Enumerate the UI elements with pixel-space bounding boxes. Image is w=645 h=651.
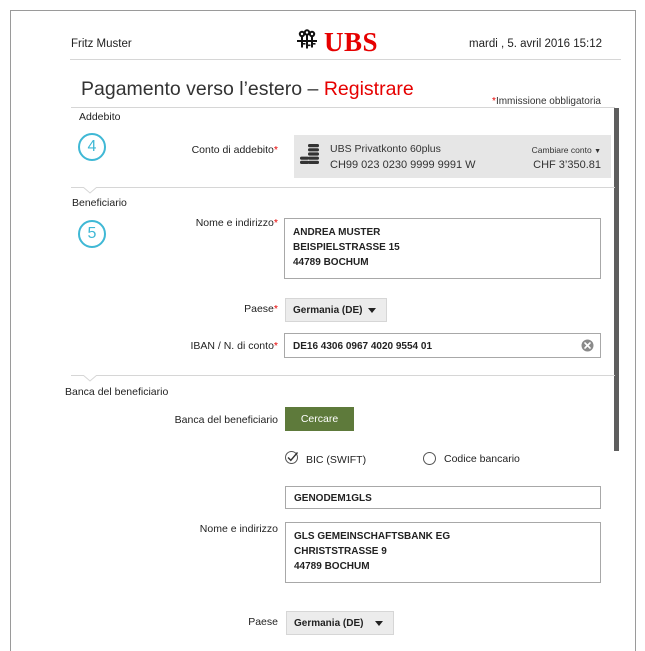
address-line: GLS GEMEINSCHAFTSBANK EG (294, 531, 451, 542)
required-star: * (273, 303, 278, 315)
beneficiary-name-label: Nome e indirizzo* (68, 217, 278, 229)
beneficiary-country-label-text: Paese (244, 303, 274, 315)
debit-account-selector[interactable]: UBS Privatkonto 60plus CH99 023 0230 999… (294, 135, 611, 178)
caret-down-icon: ▼ (594, 148, 601, 155)
checkmark-icon (285, 451, 299, 469)
bank-section-divider (71, 375, 615, 376)
bic-option[interactable]: BIC (SWIFT) (285, 451, 366, 469)
address-line: ANDREA MUSTER (293, 227, 381, 238)
beneficiary-name-address-field[interactable]: ANDREA MUSTER BEISPIELSTRASSE 15 44789 B… (284, 218, 601, 279)
required-star: * (273, 217, 278, 229)
change-account-link[interactable]: Cambiare conto ▼ (532, 145, 601, 155)
bank-country-value: Germania (DE) (294, 617, 364, 629)
page-title-main: Pagamento verso l’estero – (81, 78, 324, 100)
account-name: UBS Privatkonto 60plus (330, 143, 441, 155)
account-iban: CH99 023 0230 9999 9991 W (330, 159, 476, 171)
clear-circle-x-icon[interactable] (581, 339, 594, 357)
required-star: * (273, 144, 278, 156)
beneficiary-section-title: Beneficiario (72, 197, 127, 209)
address-line: 44789 BOCHUM (294, 561, 370, 572)
iban-field[interactable]: DE16 4306 0967 4020 9554 01 (284, 333, 601, 358)
debit-account-label: Conto di addebito* (68, 144, 278, 156)
section-notch (83, 375, 97, 382)
header-divider (70, 59, 621, 60)
required-note: *Immissione obbligatoria (492, 96, 601, 107)
caret-down-icon (368, 307, 376, 313)
iban-label: IBAN / N. di conto* (68, 340, 278, 352)
bank-section-title: Banca del beneficiario (65, 386, 169, 398)
datetime: mardi , 5. avril 2016 15:12 (469, 38, 602, 50)
bic-value: GENODEM1GLS (294, 493, 372, 504)
beneficiary-country-value: Germania (DE) (293, 304, 363, 316)
required-note-text: Immissione obbligatoria (495, 96, 601, 107)
user-name: Fritz Muster (71, 38, 132, 50)
bank-name-label: Nome e indirizzo (199, 523, 278, 535)
bank-country-select[interactable]: Germania (DE) (286, 611, 394, 635)
search-bank-button[interactable]: Cercare (285, 407, 354, 431)
bank-code-option[interactable]: Codice bancario (423, 452, 520, 465)
debit-section-title: Addebito (79, 111, 121, 123)
bic-option-label: BIC (SWIFT) (306, 454, 367, 466)
bic-field[interactable]: GENODEM1GLS (285, 486, 601, 509)
iban-value: DE16 4306 0967 4020 9554 01 (293, 341, 433, 352)
debit-account-label-text: Conto di addebito (191, 144, 274, 156)
beneficiary-name-label-text: Nome e indirizzo (195, 217, 274, 229)
app-frame: Fritz Muster UBS mardi , 5. avril 2016 1… (10, 10, 636, 651)
radio-circle-icon (423, 452, 436, 465)
required-star: * (273, 340, 278, 352)
page-title: Pagamento verso l’estero – Registrare (81, 78, 414, 101)
page-title-action: Registrare (323, 78, 414, 100)
bank-country-label: Paese (248, 616, 278, 628)
iban-label-text: IBAN / N. di conto (190, 340, 274, 352)
address-line: BEISPIELSTRASSE 15 (293, 242, 400, 253)
change-account-label: Cambiare conto (531, 145, 592, 155)
bank-code-option-label: Codice bancario (444, 452, 520, 465)
debit-section-divider (71, 107, 615, 108)
bank-label: Banca del beneficiario (174, 414, 278, 426)
section-notch (83, 187, 97, 194)
bank-name-address-field[interactable]: GLS GEMEINSCHAFTSBANK EG CHRISTSTRASSE 9… (285, 522, 601, 583)
brand-name: UBS (324, 27, 379, 57)
address-line: CHRISTSTRASSE 9 (294, 546, 387, 557)
ubs-keys-icon (294, 29, 320, 56)
caret-down-icon (375, 620, 383, 626)
beneficiary-country-select[interactable]: Germania (DE) (285, 298, 387, 322)
account-balance: CHF 3’350.81 (533, 159, 601, 171)
scrollbar[interactable] (614, 108, 619, 451)
address-line: 44789 BOCHUM (293, 257, 369, 268)
brand-logo[interactable]: UBS (294, 27, 378, 58)
beneficiary-section-divider (71, 187, 615, 188)
coins-stack-icon (299, 143, 323, 174)
beneficiary-country-label: Paese* (68, 303, 278, 315)
